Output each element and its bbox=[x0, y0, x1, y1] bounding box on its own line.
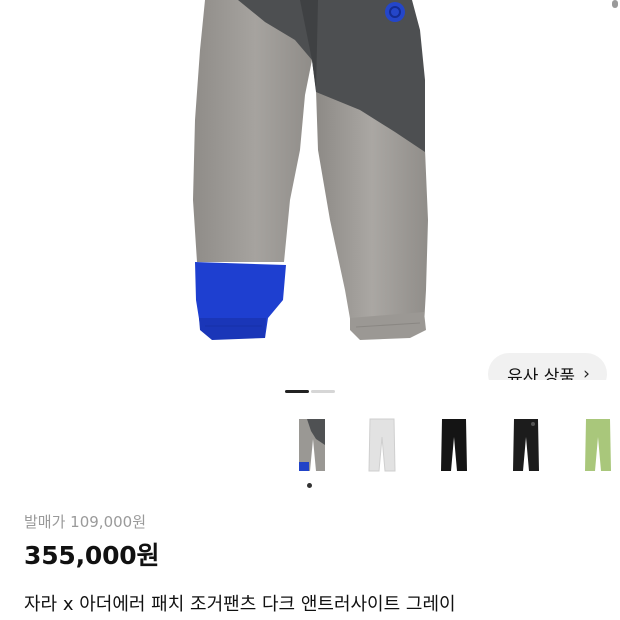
gallery-pager-active[interactable] bbox=[285, 390, 309, 393]
thumbnail-lime-image bbox=[585, 419, 611, 471]
thumbnail-lime-joggers[interactable] bbox=[569, 409, 620, 481]
thumbnail-black-joggers-2[interactable] bbox=[497, 409, 555, 481]
color-thumbnail-strip bbox=[283, 409, 620, 481]
thumbnail-black-image-2 bbox=[513, 419, 539, 471]
release-price: 발매가 109,000원 bbox=[24, 513, 146, 531]
similar-products-label: 유사 상품 bbox=[507, 366, 576, 381]
scrollbar[interactable] bbox=[612, 0, 618, 8]
product-title: 자라 x 아더에러 패치 조거팬츠 다크 앤트러사이트 그레이 bbox=[24, 594, 456, 615]
thumbnail-gray-image bbox=[299, 419, 325, 471]
thumbnail-black-joggers[interactable] bbox=[425, 409, 483, 481]
current-price: 355,000원 bbox=[24, 541, 160, 570]
thumbnail-gray-patch-joggers[interactable] bbox=[283, 409, 341, 481]
similar-products-button[interactable]: 유사 상품 › bbox=[488, 353, 607, 380]
thumbnail-black-image bbox=[441, 419, 467, 471]
selected-thumbnail-indicator bbox=[307, 483, 312, 488]
thumbnail-white-image bbox=[368, 418, 396, 472]
gallery-pager-inactive[interactable] bbox=[311, 390, 335, 393]
jogger-pants-image bbox=[193, 0, 428, 340]
thumbnail-white-joggers[interactable] bbox=[353, 409, 411, 481]
chevron-right-icon: › bbox=[583, 364, 590, 380]
product-hero-image[interactable]: 유사 상품 › bbox=[0, 0, 620, 380]
